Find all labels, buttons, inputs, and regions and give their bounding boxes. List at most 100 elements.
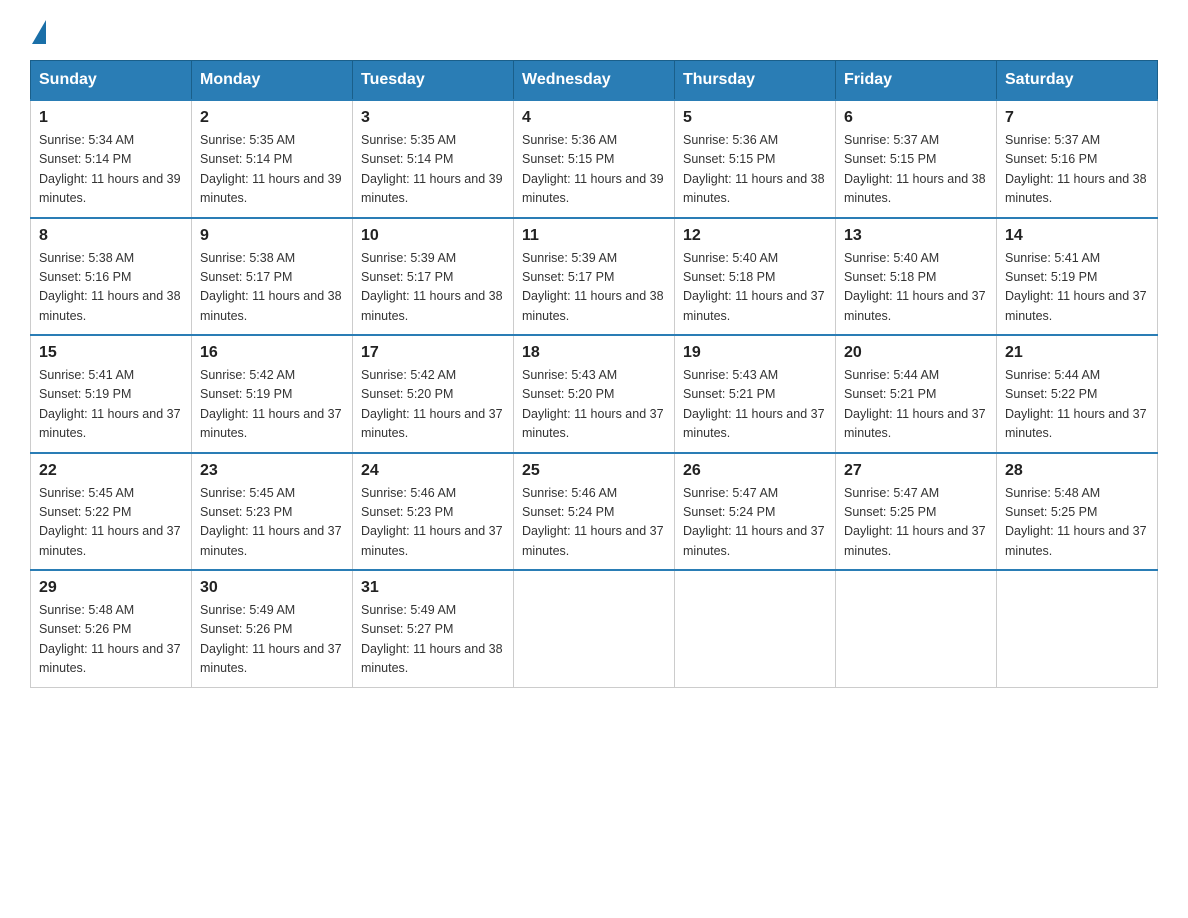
day-number: 4 bbox=[522, 109, 666, 127]
day-info: Sunrise: 5:36 AMSunset: 5:15 PMDaylight:… bbox=[522, 131, 666, 209]
day-info: Sunrise: 5:43 AMSunset: 5:20 PMDaylight:… bbox=[522, 366, 666, 444]
day-number: 5 bbox=[683, 109, 827, 127]
day-number: 19 bbox=[683, 344, 827, 362]
day-number: 11 bbox=[522, 227, 666, 245]
day-info: Sunrise: 5:41 AMSunset: 5:19 PMDaylight:… bbox=[39, 366, 183, 444]
day-number: 1 bbox=[39, 109, 183, 127]
day-number: 30 bbox=[200, 579, 344, 597]
day-info: Sunrise: 5:43 AMSunset: 5:21 PMDaylight:… bbox=[683, 366, 827, 444]
calendar-cell: 4 Sunrise: 5:36 AMSunset: 5:15 PMDaylight… bbox=[514, 100, 675, 218]
header-cell-sunday: Sunday bbox=[31, 61, 192, 101]
calendar-cell: 5 Sunrise: 5:36 AMSunset: 5:15 PMDaylight… bbox=[675, 100, 836, 218]
calendar-cell: 17 Sunrise: 5:42 AMSunset: 5:20 PMDayligh… bbox=[353, 335, 514, 453]
day-number: 14 bbox=[1005, 227, 1149, 245]
week-row-2: 8 Sunrise: 5:38 AMSunset: 5:16 PMDaylight… bbox=[31, 218, 1158, 336]
calendar-cell: 24 Sunrise: 5:46 AMSunset: 5:23 PMDayligh… bbox=[353, 453, 514, 571]
day-number: 26 bbox=[683, 462, 827, 480]
header-cell-monday: Monday bbox=[192, 61, 353, 101]
week-row-3: 15 Sunrise: 5:41 AMSunset: 5:19 PMDayligh… bbox=[31, 335, 1158, 453]
day-info: Sunrise: 5:34 AMSunset: 5:14 PMDaylight:… bbox=[39, 131, 183, 209]
day-info: Sunrise: 5:41 AMSunset: 5:19 PMDaylight:… bbox=[1005, 249, 1149, 327]
day-number: 31 bbox=[361, 579, 505, 597]
day-info: Sunrise: 5:35 AMSunset: 5:14 PMDaylight:… bbox=[361, 131, 505, 209]
week-row-4: 22Sunrise: 5:45 AMSunset: 5:22 PMDayligh… bbox=[31, 453, 1158, 571]
day-number: 29 bbox=[39, 579, 183, 597]
week-row-5: 29Sunrise: 5:48 AMSunset: 5:26 PMDayligh… bbox=[31, 570, 1158, 687]
day-info: Sunrise: 5:38 AMSunset: 5:16 PMDaylight:… bbox=[39, 249, 183, 327]
day-info: Sunrise: 5:46 AMSunset: 5:23 PMDaylight:… bbox=[361, 484, 505, 562]
day-info: Sunrise: 5:47 AMSunset: 5:24 PMDaylight:… bbox=[683, 484, 827, 562]
day-number: 20 bbox=[844, 344, 988, 362]
calendar-cell: 25 Sunrise: 5:46 AMSunset: 5:24 PMDayligh… bbox=[514, 453, 675, 571]
calendar-cell: 12 Sunrise: 5:40 AMSunset: 5:18 PMDayligh… bbox=[675, 218, 836, 336]
calendar-cell: 20Sunrise: 5:44 AMSunset: 5:21 PMDayligh… bbox=[836, 335, 997, 453]
day-number: 10 bbox=[361, 227, 505, 245]
day-info: Sunrise: 5:36 AMSunset: 5:15 PMDaylight:… bbox=[683, 131, 827, 209]
calendar-cell: 2Sunrise: 5:35 AMSunset: 5:14 PMDaylight… bbox=[192, 100, 353, 218]
calendar-cell: 14 Sunrise: 5:41 AMSunset: 5:19 PMDayligh… bbox=[997, 218, 1158, 336]
day-info: Sunrise: 5:39 AMSunset: 5:17 PMDaylight:… bbox=[361, 249, 505, 327]
day-number: 23 bbox=[200, 462, 344, 480]
calendar-cell: 23Sunrise: 5:45 AMSunset: 5:23 PMDayligh… bbox=[192, 453, 353, 571]
calendar-cell bbox=[514, 570, 675, 687]
day-number: 7 bbox=[1005, 109, 1149, 127]
day-info: Sunrise: 5:42 AMSunset: 5:20 PMDaylight:… bbox=[361, 366, 505, 444]
day-info: Sunrise: 5:48 AMSunset: 5:25 PMDaylight:… bbox=[1005, 484, 1149, 562]
calendar-cell: 27 Sunrise: 5:47 AMSunset: 5:25 PMDayligh… bbox=[836, 453, 997, 571]
day-number: 2 bbox=[200, 109, 344, 127]
header-cell-wednesday: Wednesday bbox=[514, 61, 675, 101]
day-info: Sunrise: 5:42 AMSunset: 5:19 PMDaylight:… bbox=[200, 366, 344, 444]
day-info: Sunrise: 5:39 AMSunset: 5:17 PMDaylight:… bbox=[522, 249, 666, 327]
day-number: 28 bbox=[1005, 462, 1149, 480]
week-row-1: 1 Sunrise: 5:34 AMSunset: 5:14 PMDaylight… bbox=[31, 100, 1158, 218]
logo-triangle-icon bbox=[32, 20, 46, 44]
calendar-cell: 21 Sunrise: 5:44 AMSunset: 5:22 PMDayligh… bbox=[997, 335, 1158, 453]
calendar-cell: 26 Sunrise: 5:47 AMSunset: 5:24 PMDayligh… bbox=[675, 453, 836, 571]
calendar-cell: 30 Sunrise: 5:49 AMSunset: 5:26 PMDayligh… bbox=[192, 570, 353, 687]
day-info: Sunrise: 5:40 AMSunset: 5:18 PMDaylight:… bbox=[683, 249, 827, 327]
calendar-cell: 3 Sunrise: 5:35 AMSunset: 5:14 PMDaylight… bbox=[353, 100, 514, 218]
day-number: 3 bbox=[361, 109, 505, 127]
day-info: Sunrise: 5:37 AMSunset: 5:15 PMDaylight:… bbox=[844, 131, 988, 209]
day-number: 12 bbox=[683, 227, 827, 245]
day-info: Sunrise: 5:49 AMSunset: 5:26 PMDaylight:… bbox=[200, 601, 344, 679]
calendar-cell bbox=[997, 570, 1158, 687]
calendar-body: 1 Sunrise: 5:34 AMSunset: 5:14 PMDaylight… bbox=[31, 100, 1158, 687]
calendar-cell: 19 Sunrise: 5:43 AMSunset: 5:21 PMDayligh… bbox=[675, 335, 836, 453]
day-info: Sunrise: 5:46 AMSunset: 5:24 PMDaylight:… bbox=[522, 484, 666, 562]
day-number: 21 bbox=[1005, 344, 1149, 362]
calendar-cell: 10 Sunrise: 5:39 AMSunset: 5:17 PMDayligh… bbox=[353, 218, 514, 336]
day-number: 27 bbox=[844, 462, 988, 480]
day-number: 13 bbox=[844, 227, 988, 245]
header-row: SundayMondayTuesdayWednesdayThursdayFrid… bbox=[31, 61, 1158, 101]
day-number: 17 bbox=[361, 344, 505, 362]
header-cell-thursday: Thursday bbox=[675, 61, 836, 101]
day-info: Sunrise: 5:47 AMSunset: 5:25 PMDaylight:… bbox=[844, 484, 988, 562]
day-number: 15 bbox=[39, 344, 183, 362]
day-info: Sunrise: 5:37 AMSunset: 5:16 PMDaylight:… bbox=[1005, 131, 1149, 209]
calendar-cell: 29Sunrise: 5:48 AMSunset: 5:26 PMDayligh… bbox=[31, 570, 192, 687]
calendar-cell: 11 Sunrise: 5:39 AMSunset: 5:17 PMDayligh… bbox=[514, 218, 675, 336]
day-info: Sunrise: 5:44 AMSunset: 5:22 PMDaylight:… bbox=[1005, 366, 1149, 444]
calendar-cell: 22Sunrise: 5:45 AMSunset: 5:22 PMDayligh… bbox=[31, 453, 192, 571]
day-info: Sunrise: 5:49 AMSunset: 5:27 PMDaylight:… bbox=[361, 601, 505, 679]
calendar-cell: 18 Sunrise: 5:43 AMSunset: 5:20 PMDayligh… bbox=[514, 335, 675, 453]
day-number: 8 bbox=[39, 227, 183, 245]
day-number: 9 bbox=[200, 227, 344, 245]
calendar-header: SundayMondayTuesdayWednesdayThursdayFrid… bbox=[31, 61, 1158, 101]
day-info: Sunrise: 5:45 AMSunset: 5:22 PMDaylight:… bbox=[39, 484, 183, 562]
day-number: 25 bbox=[522, 462, 666, 480]
calendar-cell: 28 Sunrise: 5:48 AMSunset: 5:25 PMDayligh… bbox=[997, 453, 1158, 571]
calendar-cell: 16 Sunrise: 5:42 AMSunset: 5:19 PMDayligh… bbox=[192, 335, 353, 453]
day-number: 16 bbox=[200, 344, 344, 362]
day-number: 18 bbox=[522, 344, 666, 362]
day-number: 24 bbox=[361, 462, 505, 480]
header-cell-tuesday: Tuesday bbox=[353, 61, 514, 101]
header-cell-friday: Friday bbox=[836, 61, 997, 101]
calendar-cell: 31 Sunrise: 5:49 AMSunset: 5:27 PMDayligh… bbox=[353, 570, 514, 687]
calendar-cell bbox=[675, 570, 836, 687]
page-header bbox=[30, 20, 1158, 40]
day-number: 6 bbox=[844, 109, 988, 127]
calendar-table: SundayMondayTuesdayWednesdayThursdayFrid… bbox=[30, 60, 1158, 688]
day-info: Sunrise: 5:38 AMSunset: 5:17 PMDaylight:… bbox=[200, 249, 344, 327]
